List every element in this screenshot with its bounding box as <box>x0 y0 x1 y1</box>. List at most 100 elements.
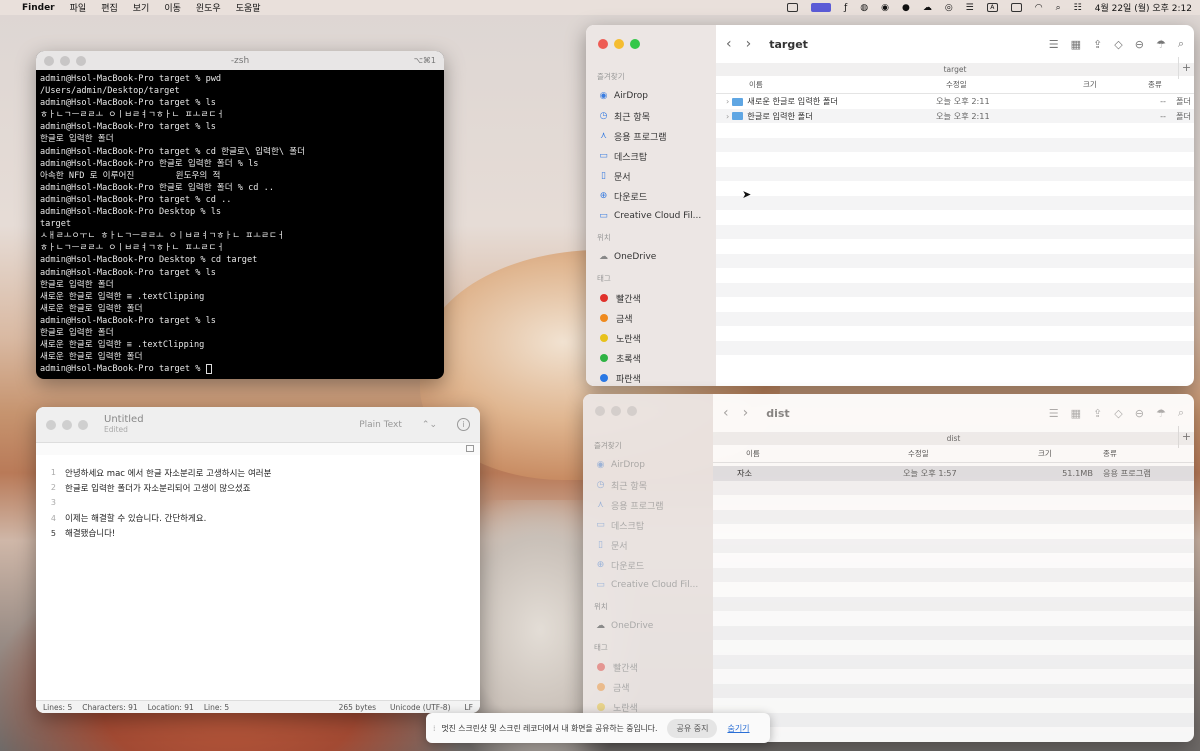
file-row[interactable]: 자소 오늘 오후 1:57 51.1MB 응용 프로그램 <box>713 466 1194 481</box>
onedrive-icon[interactable]: ☂ <box>1156 407 1166 420</box>
path-tab[interactable]: dist + <box>713 426 1194 448</box>
close-button[interactable] <box>595 406 605 416</box>
terminal-output[interactable]: admin@Hsol-MacBook-Pro target % pwd/User… <box>36 70 444 378</box>
new-tab-icon[interactable]: + <box>1178 57 1194 79</box>
back-icon[interactable]: ‹ <box>723 405 729 421</box>
sidebar-item[interactable]: ◷ 최근 항목 <box>583 475 713 495</box>
wifi-icon[interactable]: ◠ <box>1035 3 1043 13</box>
group-view-icon[interactable]: ▦ <box>1071 38 1081 51</box>
encoding-select[interactable]: Unicode (UTF-8) <box>390 703 451 712</box>
disclosure-chevron-icon[interactable]: › <box>726 96 729 106</box>
textedit-titlebar[interactable]: Untitled Edited Plain Text ⌃⌄ i <box>36 407 480 443</box>
file-row[interactable]: › 새로운 한글로 입력한 폴더 오늘 오후 2:11 -- 폴더 <box>716 94 1194 109</box>
input-source-icon[interactable]: A <box>986 3 998 12</box>
sidebar-item[interactable]: ▭ 데스크탑 <box>583 515 713 535</box>
sidebar-tag[interactable]: 초록색 <box>586 348 716 368</box>
disclosure-chevron-icon[interactable]: › <box>726 111 729 121</box>
column-size[interactable]: 크기 <box>1078 79 1138 90</box>
stop-sharing-button[interactable]: 공유 중지 <box>667 718 718 738</box>
status-app-icon[interactable] <box>787 3 799 12</box>
terminal-titlebar[interactable]: -zsh ⌥⌘1 <box>36 51 444 70</box>
column-size[interactable]: 크기 <box>1033 448 1093 459</box>
status-f-icon[interactable]: ƒ <box>844 3 847 13</box>
menu-window[interactable]: 윈도우 <box>196 1 221 14</box>
sidebar-tag[interactable]: 빨간색 <box>586 288 716 308</box>
status-record-icon[interactable]: ◉ <box>881 3 889 13</box>
spotlight-search-icon[interactable]: ⌕ <box>1056 3 1061 13</box>
messages-icon[interactable]: ● <box>902 3 910 13</box>
status-list-icon[interactable]: ☰ <box>966 3 974 13</box>
column-kind[interactable]: 종류 <box>1093 448 1117 459</box>
sidebar-item[interactable]: ▭ Creative Cloud Fil... <box>583 575 713 595</box>
sidebar-toggle-icon[interactable] <box>466 445 474 452</box>
info-icon[interactable]: i <box>457 418 470 431</box>
menu-app-name[interactable]: Finder <box>22 3 55 13</box>
menu-edit[interactable]: 편집 <box>101 1 118 14</box>
column-modified[interactable]: 수정일 <box>903 448 1033 459</box>
sidebar-item[interactable]: ☁ OneDrive <box>586 247 716 267</box>
onedrive-icon[interactable]: ☂ <box>1156 38 1166 51</box>
menu-view[interactable]: 보기 <box>133 1 150 14</box>
tag-icon[interactable]: ◇ <box>1114 407 1122 420</box>
sidebar-item[interactable]: ⋏ 응용 프로그램 <box>586 126 716 146</box>
menu-help[interactable]: 도움말 <box>236 1 261 14</box>
group-view-icon[interactable]: ▦ <box>1071 407 1081 420</box>
cloud-status-icon[interactable]: ☁ <box>923 3 932 13</box>
zoom-button[interactable] <box>78 419 88 430</box>
battery-icon[interactable] <box>1010 3 1022 12</box>
column-modified[interactable]: 수정일 <box>916 79 1078 90</box>
zoom-button[interactable] <box>630 39 640 49</box>
zoom-button[interactable] <box>627 406 637 416</box>
sidebar-item[interactable]: ⊕ 다운로드 <box>586 186 716 206</box>
format-chevron-icon[interactable]: ⌃⌄ <box>422 420 437 430</box>
list-view-icon[interactable]: ☰ <box>1049 407 1059 420</box>
sidebar-item[interactable]: ▯ 문서 <box>586 166 716 186</box>
more-actions-icon[interactable]: ⊖ <box>1135 38 1144 51</box>
menu-file[interactable]: 파일 <box>70 1 87 14</box>
list-view-icon[interactable]: ☰ <box>1049 38 1059 51</box>
sidebar-item[interactable]: ▯ 문서 <box>583 535 713 555</box>
format-select[interactable]: Plain Text <box>359 420 402 430</box>
more-actions-icon[interactable]: ⊖ <box>1135 407 1144 420</box>
sidebar-item[interactable]: ◉ AirDrop <box>586 86 716 106</box>
column-name[interactable]: 이름 <box>713 448 903 459</box>
search-icon[interactable]: ⌕ <box>1178 37 1184 51</box>
menu-go[interactable]: 이동 <box>164 1 181 14</box>
column-name[interactable]: 이름 <box>716 79 916 90</box>
sidebar-tag[interactable]: 금색 <box>586 308 716 328</box>
new-tab-icon[interactable]: + <box>1178 426 1194 448</box>
column-kind[interactable]: 종류 <box>1138 79 1162 90</box>
sidebar-item[interactable]: ▭ Creative Cloud Fil... <box>586 206 716 226</box>
sidebar-tag[interactable]: 파란색 <box>586 368 716 386</box>
hide-link[interactable]: 숨기기 <box>727 723 749 734</box>
sidebar-item[interactable]: ⊕ 다운로드 <box>583 555 713 575</box>
control-center-icon[interactable]: ☷ <box>1074 3 1082 13</box>
share-icon[interactable]: ⇪ <box>1093 407 1102 420</box>
sidebar-item[interactable]: ▭ 데스크탑 <box>586 146 716 166</box>
screen-recording-icon[interactable] <box>811 3 832 12</box>
text-area[interactable]: 1 안녕하세요 mac 에서 한글 자소분리로 고생하시는 여러분 2 한글로 입력한… <box>36 455 480 541</box>
minimize-button[interactable] <box>62 419 72 430</box>
sidebar-tag[interactable]: 금색 <box>583 677 713 697</box>
sidebar-tag[interactable]: 빨간색 <box>583 657 713 677</box>
share-icon[interactable]: ⇪ <box>1093 38 1102 51</box>
close-button[interactable] <box>46 419 56 430</box>
sidebar-tag[interactable]: 노란색 <box>586 328 716 348</box>
minimize-button[interactable] <box>614 39 624 49</box>
path-tab[interactable]: target + <box>716 57 1194 79</box>
sidebar-item[interactable]: ⋏ 응용 프로그램 <box>583 495 713 515</box>
search-icon[interactable]: ⌕ <box>1178 406 1184 420</box>
back-icon[interactable]: ‹ <box>726 36 732 52</box>
status-timer-icon[interactable]: ◎ <box>945 3 953 13</box>
forward-icon[interactable]: › <box>743 405 749 421</box>
tag-icon[interactable]: ◇ <box>1114 38 1122 51</box>
close-button[interactable] <box>598 39 608 49</box>
file-row[interactable]: › 한글로 입력한 폴더 오늘 오후 2:11 -- 폴더 <box>716 108 1194 123</box>
sidebar-item[interactable]: ◉ AirDrop <box>583 455 713 475</box>
forward-icon[interactable]: › <box>746 36 752 52</box>
sidebar-item[interactable]: ☁ OneDrive <box>583 616 713 636</box>
sidebar-item[interactable]: ◷ 최근 항목 <box>586 106 716 126</box>
line-ending-select[interactable]: LF <box>465 703 474 712</box>
status-circle-icon[interactable]: ◍ <box>860 3 868 13</box>
menubar-clock[interactable]: 4월 22일 (월) 오후 2:12 <box>1095 1 1192 14</box>
